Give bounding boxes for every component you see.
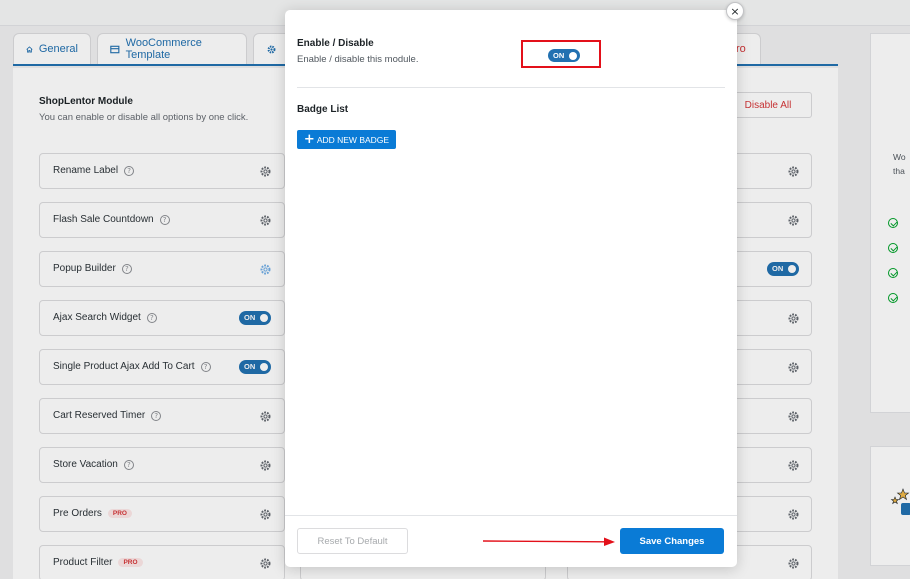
close-icon[interactable]: ×	[726, 2, 744, 20]
add-new-badge-label: ADD NEW BADGE	[316, 134, 390, 145]
toggle-knob	[569, 51, 577, 60]
footer-divider	[285, 515, 737, 516]
enable-disable-title: Enable / Disable	[297, 38, 374, 49]
badge-settings-modal: Enable / Disable Enable / disable this m…	[285, 10, 737, 567]
save-changes-button[interactable]: Save Changes	[620, 528, 724, 554]
arrow-annotation-icon	[483, 537, 615, 546]
badge-list-title: Badge List	[297, 104, 349, 115]
plus-icon: +	[303, 132, 315, 147]
enable-disable-subtitle: Enable / disable this module.	[297, 54, 419, 65]
reset-to-default-button[interactable]: Reset To Default	[297, 528, 408, 554]
toggle-label: ON	[553, 50, 565, 60]
divider	[297, 87, 725, 88]
module-enable-toggle[interactable]: ON	[548, 49, 580, 62]
add-new-badge-button[interactable]: + ADD NEW BADGE	[297, 130, 396, 149]
